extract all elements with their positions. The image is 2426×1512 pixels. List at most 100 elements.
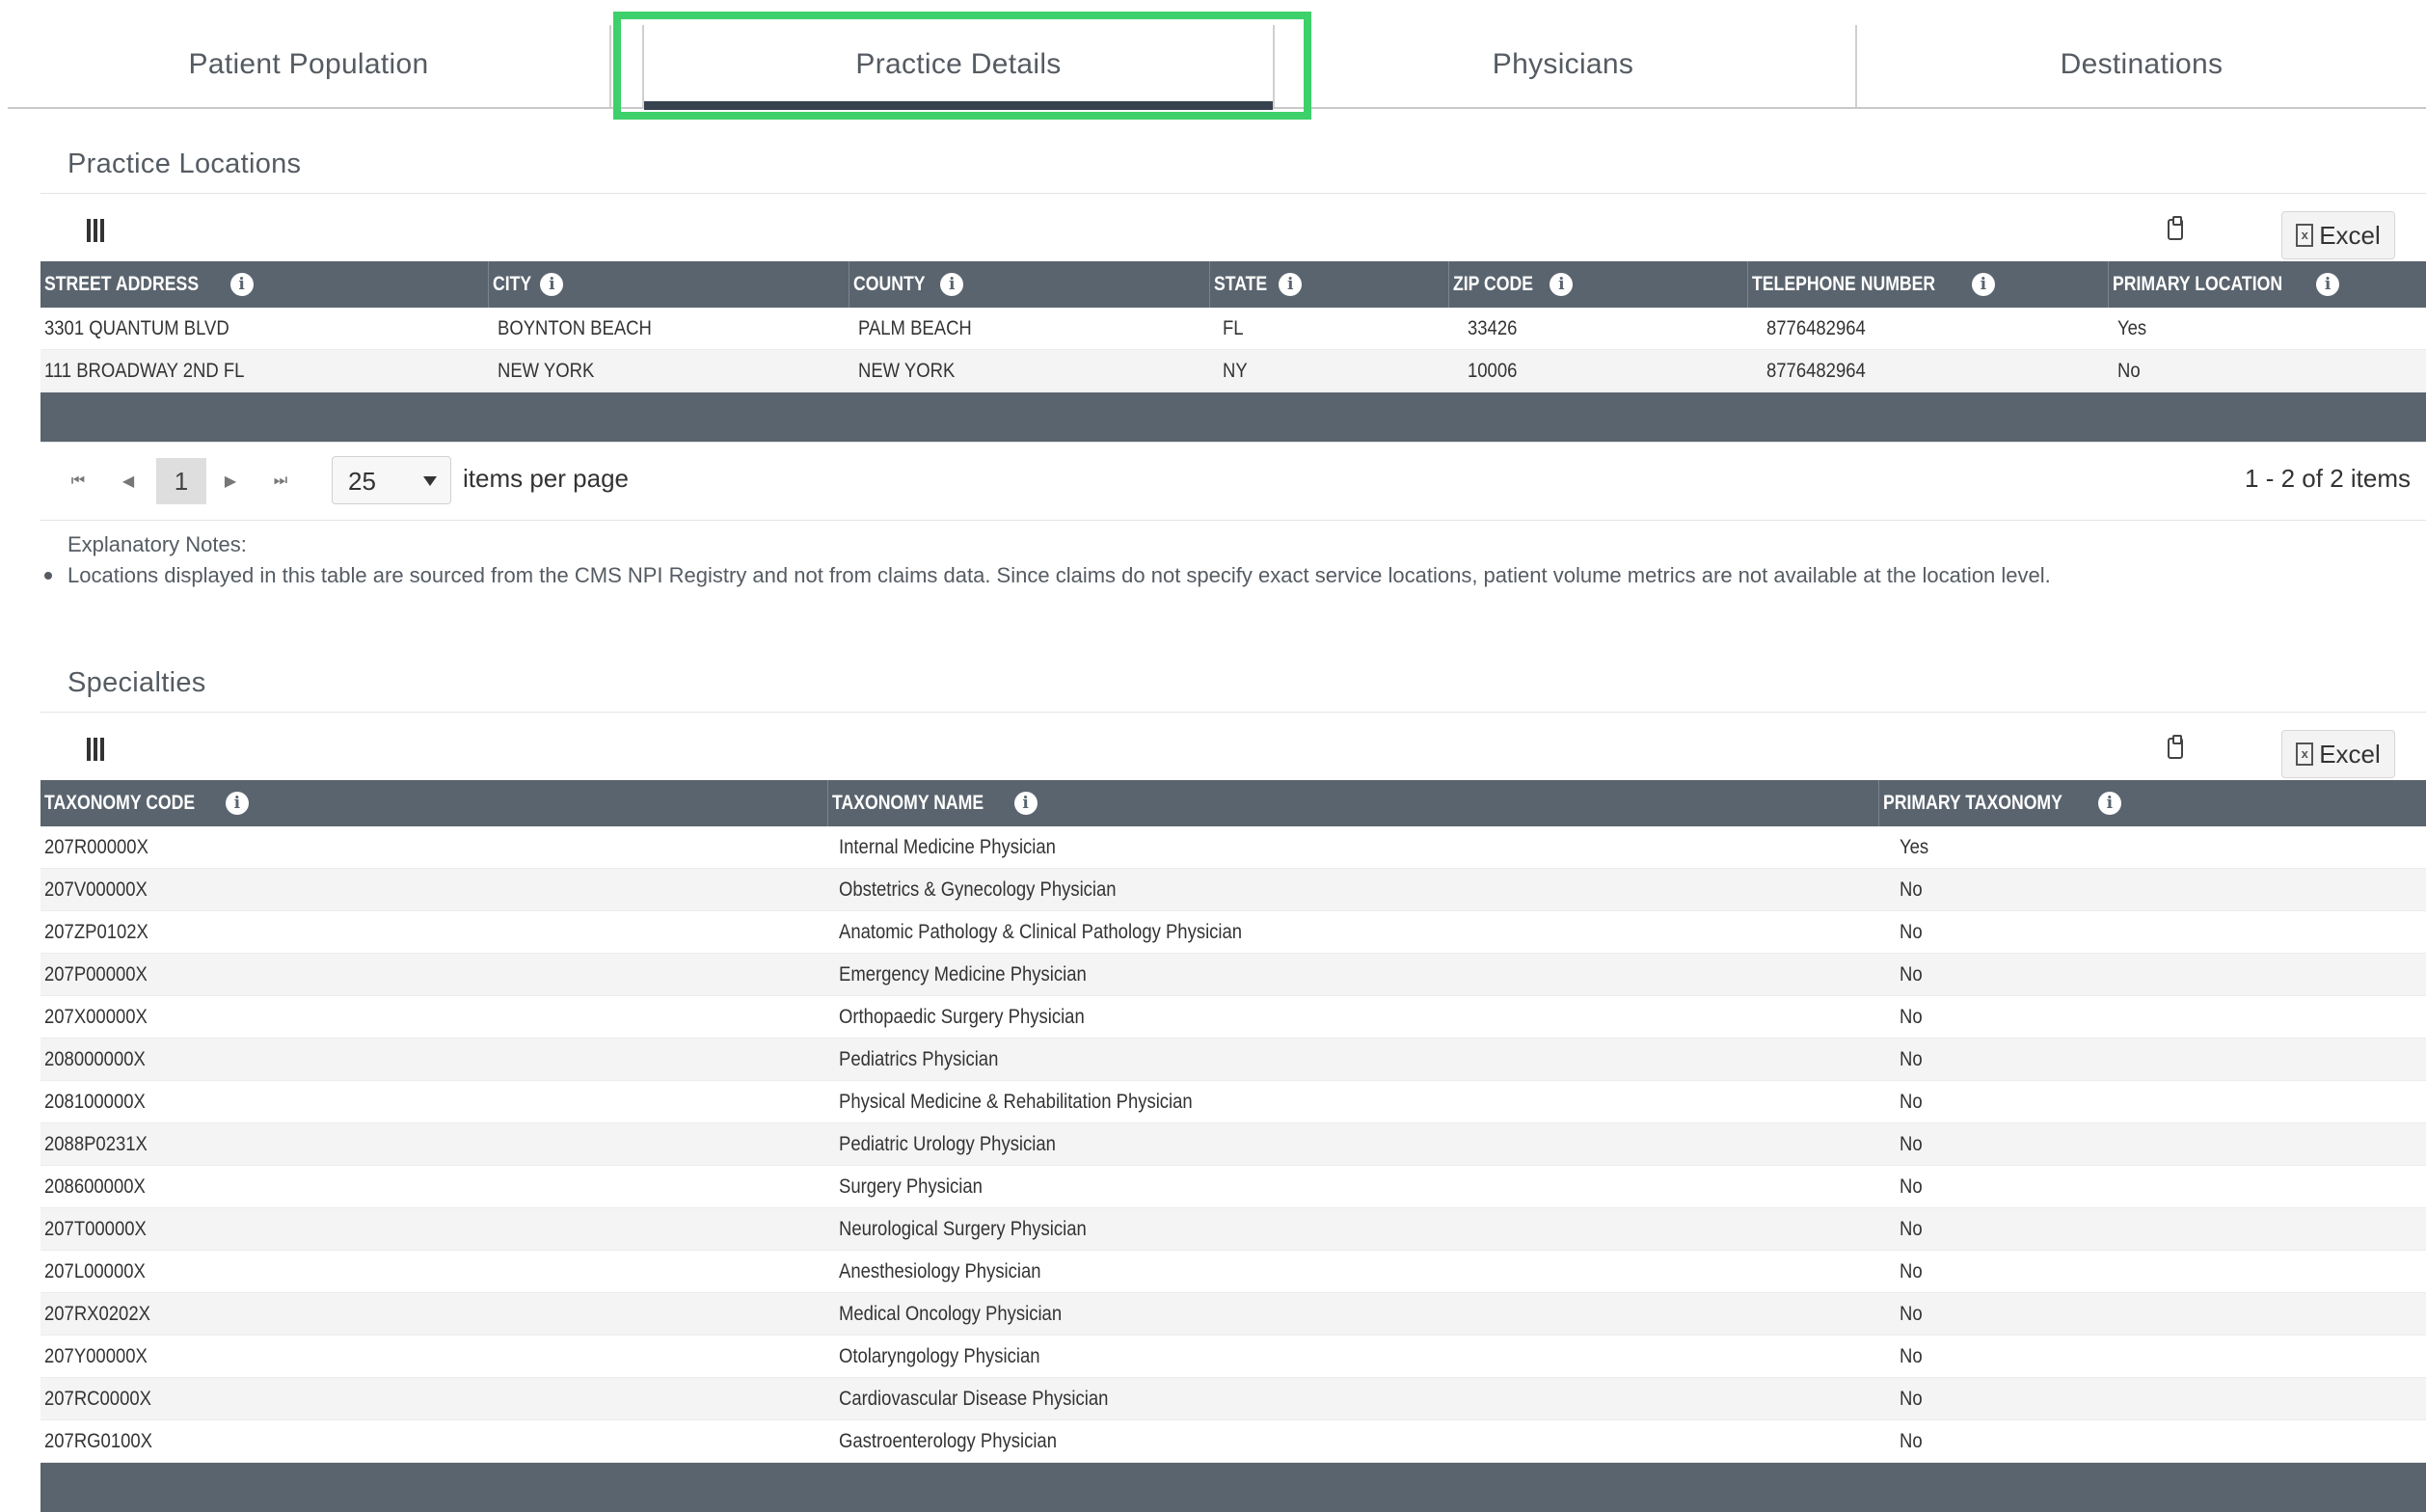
- clipboard-icon[interactable]: [2168, 216, 2183, 240]
- pager-info: 1 - 2 of 2 items: [2245, 464, 2411, 493]
- table-cell: Otolaryngology Physician: [827, 1335, 1878, 1378]
- table-cell: 2088P0231X: [40, 1122, 827, 1166]
- specialties-title: Specialties: [67, 667, 206, 698]
- tab-practice-details[interactable]: Practice Details: [642, 25, 1275, 110]
- current-page-button[interactable]: 1: [156, 458, 206, 504]
- col-city[interactable]: CITY i: [488, 261, 849, 308]
- table-cell: Pediatric Urology Physician: [827, 1122, 1878, 1166]
- info-icon[interactable]: i: [540, 273, 564, 296]
- next-page-button[interactable]: ▶: [214, 462, 247, 500]
- col-county[interactable]: COUNTY i: [849, 261, 1210, 308]
- table-cell: Orthopaedic Surgery Physician: [827, 995, 1878, 1039]
- table-cell: 208000000X: [40, 1038, 827, 1081]
- table-cell: No: [1878, 910, 2426, 954]
- info-icon[interactable]: i: [940, 273, 964, 296]
- info-icon[interactable]: i: [2097, 792, 2121, 815]
- table-cell: No: [1878, 1292, 2426, 1336]
- specialties-header-row: TAXONOMY CODE i TAXONOMY NAME i PRIMARY TA…: [40, 780, 2426, 826]
- table-row[interactable]: 207L00000X Anesthesiology Physician No: [40, 1250, 2426, 1293]
- col-primary-location[interactable]: PRIMARY LOCATION i: [2108, 261, 2426, 308]
- specialties-grid-footer: [40, 1463, 2426, 1512]
- locations-header-row: STREET ADDRESS i CITY i COUNTY i STATE i ZIP…: [40, 261, 2426, 308]
- info-icon[interactable]: i: [225, 792, 249, 815]
- table-cell: 207T00000X: [40, 1207, 827, 1251]
- table-cell: Surgery Physician: [827, 1165, 1878, 1208]
- table-cell: 8776482964: [1747, 349, 2108, 392]
- tab-physicians[interactable]: Physicians: [1271, 25, 1857, 107]
- locations-pager: ⏮ ◀ 1 ▶ ⏭ 25 items per page 1 - 2 of 2 i…: [40, 442, 2426, 521]
- practice-locations-title: Practice Locations: [67, 148, 302, 179]
- table-row[interactable]: 2088P0231X Pediatric Urology Physician No: [40, 1122, 2426, 1166]
- tab-bar: Patient Population Practice Details Phys…: [8, 0, 2426, 110]
- table-cell: Emergency Medicine Physician: [827, 953, 1878, 996]
- table-row[interactable]: 207RG0100X Gastroenterology Physician No: [40, 1419, 2426, 1463]
- tab-destinations[interactable]: Destinations: [1857, 25, 2426, 107]
- info-icon[interactable]: i: [2316, 273, 2340, 296]
- table-cell: Cardiovascular Disease Physician: [827, 1377, 1878, 1420]
- excel-export-button[interactable]: x Excel: [2281, 211, 2395, 259]
- table-row[interactable]: 207ZP0102X Anatomic Pathology & Clinical …: [40, 910, 2426, 954]
- table-cell: Internal Medicine Physician: [827, 826, 1878, 869]
- info-icon[interactable]: i: [1013, 792, 1038, 815]
- column-chooser-icon[interactable]: [87, 738, 106, 761]
- info-icon[interactable]: i: [1279, 273, 1303, 296]
- page-size-select[interactable]: 25: [332, 456, 451, 504]
- excel-file-icon: x: [2296, 742, 2314, 766]
- table-cell: PALM BEACH: [849, 308, 1209, 350]
- table-cell: 207L00000X: [40, 1250, 827, 1293]
- table-row[interactable]: 208000000X Pediatrics Physician No: [40, 1038, 2426, 1081]
- col-street-address[interactable]: STREET ADDRESS i: [40, 261, 489, 308]
- table-cell: No: [1878, 868, 2426, 911]
- info-icon[interactable]: i: [1971, 273, 1995, 296]
- table-cell: Yes: [2108, 308, 2426, 350]
- table-cell: Physical Medicine & Rehabilitation Physi…: [827, 1080, 1878, 1123]
- locations-grid-footer: [40, 392, 2426, 442]
- col-taxonomy-name[interactable]: TAXONOMY NAME i: [827, 780, 1879, 826]
- table-cell: Anesthesiology Physician: [827, 1250, 1878, 1293]
- table-row[interactable]: 207X00000X Orthopaedic Surgery Physician N…: [40, 995, 2426, 1039]
- table-cell: 207R00000X: [40, 826, 827, 869]
- col-taxonomy-code[interactable]: TAXONOMY CODE i: [40, 780, 828, 826]
- table-cell: NY: [1209, 349, 1448, 392]
- col-state[interactable]: STATE i: [1209, 261, 1449, 308]
- table-cell: No: [1878, 1122, 2426, 1166]
- info-icon[interactable]: i: [1550, 273, 1574, 296]
- table-cell: NEW YORK: [488, 349, 849, 392]
- table-row[interactable]: 3301 QUANTUM BLVD BOYNTON BEACH PALM BEACH…: [40, 308, 2426, 350]
- first-page-button[interactable]: ⏮: [62, 462, 94, 500]
- table-cell: 207ZP0102X: [40, 910, 827, 954]
- table-row[interactable]: 207V00000X Obstetrics & Gynecology Physic…: [40, 868, 2426, 911]
- table-cell: 207RC0000X: [40, 1377, 827, 1420]
- table-cell: 207Y00000X: [40, 1335, 827, 1378]
- table-row[interactable]: 207P00000X Emergency Medicine Physician No: [40, 953, 2426, 996]
- table-cell: No: [1878, 1038, 2426, 1081]
- clipboard-icon[interactable]: [2168, 735, 2183, 759]
- col-primary-taxonomy[interactable]: PRIMARY TAXONOMY i: [1878, 780, 2426, 826]
- excel-file-icon: x: [2296, 224, 2314, 247]
- table-cell: 8776482964: [1747, 308, 2108, 350]
- col-zip-code[interactable]: ZIP CODE i: [1448, 261, 1748, 308]
- table-row[interactable]: 111 BROADWAY 2ND FL NEW YORK NEW YORK NY 100…: [40, 349, 2426, 392]
- tab-patient-population[interactable]: Patient Population: [8, 25, 611, 107]
- table-cell: 207P00000X: [40, 953, 827, 996]
- specialties-grid: x Excel TAXONOMY CODE i TAXONOMY NAME i PR…: [40, 712, 2426, 1512]
- column-chooser-icon[interactable]: [87, 219, 106, 242]
- table-row[interactable]: 208600000X Surgery Physician No: [40, 1165, 2426, 1208]
- table-row[interactable]: 207Y00000X Otolaryngology Physician No: [40, 1335, 2426, 1378]
- table-cell: Pediatrics Physician: [827, 1038, 1878, 1081]
- excel-export-button[interactable]: x Excel: [2281, 730, 2395, 778]
- table-row[interactable]: 207RC0000X Cardiovascular Disease Physici…: [40, 1377, 2426, 1420]
- table-cell: No: [1878, 1165, 2426, 1208]
- table-row[interactable]: 207R00000X Internal Medicine Physician Yes: [40, 826, 2426, 869]
- table-cell: Gastroenterology Physician: [827, 1419, 1878, 1463]
- table-cell: BOYNTON BEACH: [488, 308, 849, 350]
- info-icon[interactable]: i: [229, 273, 254, 296]
- table-row[interactable]: 208100000X Physical Medicine & Rehabilita…: [40, 1080, 2426, 1123]
- col-telephone-number[interactable]: TELEPHONE NUMBER i: [1747, 261, 2109, 308]
- last-page-button[interactable]: ⏭: [264, 462, 297, 500]
- table-cell: No: [1878, 1419, 2426, 1463]
- table-row[interactable]: 207T00000X Neurological Surgery Physician…: [40, 1207, 2426, 1251]
- table-row[interactable]: 207RX0202X Medical Oncology Physician No: [40, 1292, 2426, 1336]
- previous-page-button[interactable]: ◀: [112, 462, 145, 500]
- table-cell: No: [1878, 1335, 2426, 1378]
